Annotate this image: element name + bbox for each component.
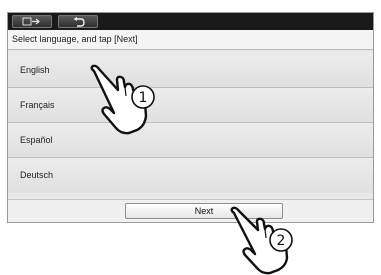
callout-2: 2: [269, 228, 293, 252]
instruction-text: Select language, and tap [Next]: [8, 30, 373, 50]
return-button[interactable]: [58, 15, 98, 28]
next-button[interactable]: Next: [125, 203, 283, 219]
top-bar: [8, 13, 373, 30]
bottom-bar: Next: [8, 199, 373, 222]
device-screen: Select language, and tap [Next] English …: [7, 12, 374, 223]
language-item-espanol[interactable]: Español: [8, 123, 373, 158]
language-item-francais[interactable]: Français: [8, 88, 373, 123]
return-icon: [73, 16, 85, 27]
language-list: English Français Español Deutsch: [8, 53, 373, 193]
language-item-english[interactable]: English: [8, 53, 373, 88]
back-menu-button[interactable]: [12, 15, 52, 28]
language-item-deutsch[interactable]: Deutsch: [8, 158, 373, 193]
back-menu-icon: [22, 17, 40, 26]
svg-text:2: 2: [277, 233, 286, 249]
